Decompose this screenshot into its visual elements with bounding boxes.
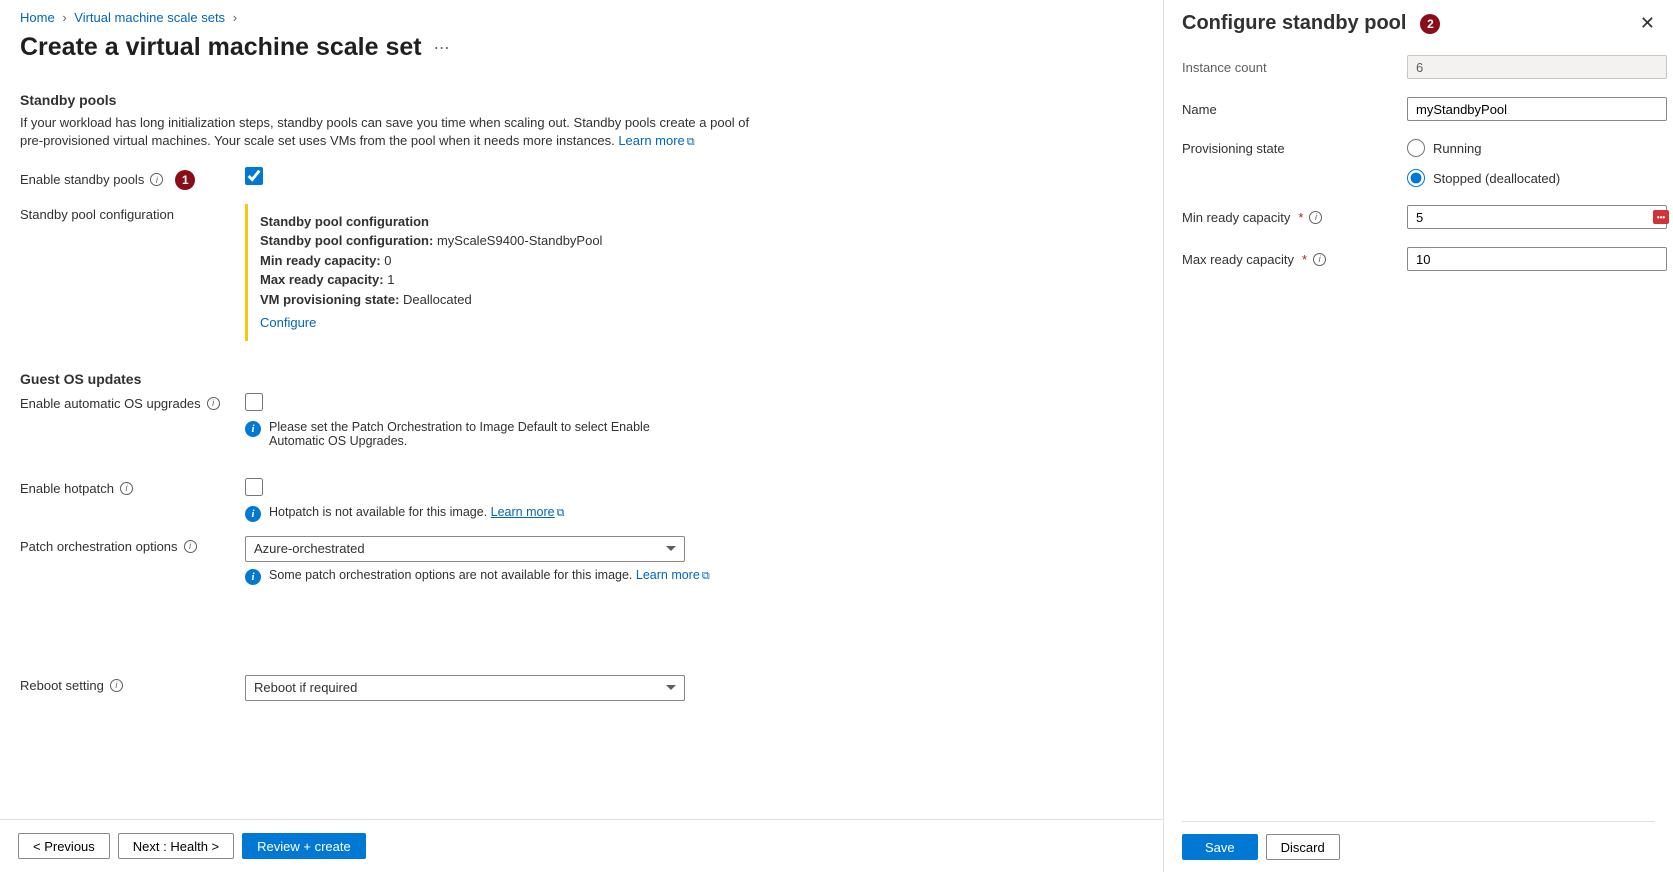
info-solid-icon [245, 569, 261, 585]
pool-name-label: Name [1182, 102, 1217, 117]
patch-options-label: Patch orchestration options [20, 539, 178, 554]
chevron-down-icon [666, 546, 676, 551]
external-link-icon: ⧉ [557, 507, 565, 519]
instance-count-label: Instance count [1182, 60, 1267, 75]
auto-upgrades-label: Enable automatic OS upgrades [20, 396, 201, 411]
chevron-down-icon [666, 685, 676, 690]
info-icon[interactable] [207, 397, 220, 410]
patch-options-learn-more-link[interactable]: Learn more [636, 568, 700, 582]
info-icon[interactable] [150, 173, 163, 186]
info-solid-icon [245, 421, 261, 437]
info-icon[interactable] [110, 679, 123, 692]
standby-pools-heading: Standby pools [20, 92, 770, 108]
radio-stopped[interactable]: Stopped (deallocated) [1407, 169, 1655, 187]
standby-config-label: Standby pool configuration [20, 207, 174, 222]
enable-standby-checkbox[interactable] [245, 167, 263, 185]
configure-standby-panel: Configure standby pool 2 ✕ Instance coun… [1163, 0, 1673, 872]
hotpatch-checkbox[interactable] [245, 478, 263, 496]
enable-standby-label: Enable standby pools [20, 172, 144, 187]
configure-standby-link[interactable]: Configure [260, 313, 316, 333]
chevron-right-icon: › [233, 10, 237, 25]
breadcrumb-scalesets[interactable]: Virtual machine scale sets [74, 10, 225, 25]
max-ready-label: Max ready capacity [1182, 252, 1294, 267]
info-solid-icon [245, 506, 261, 522]
hotpatch-learn-more-link[interactable]: Learn more [491, 505, 555, 519]
callout-badge-2: 2 [1420, 14, 1440, 34]
min-ready-label: Min ready capacity [1182, 210, 1290, 225]
hotpatch-label: Enable hotpatch [20, 481, 114, 496]
pool-name-input[interactable] [1407, 97, 1667, 121]
external-link-icon: ⧉ [702, 570, 710, 582]
wizard-footer: < Previous Next : Health > Review + crea… [0, 819, 1163, 872]
panel-title: Configure standby pool [1182, 12, 1406, 35]
previous-button[interactable]: < Previous [18, 833, 110, 859]
save-button[interactable]: Save [1182, 834, 1258, 860]
hotpatch-info-text: Hotpatch is not available for this image… [269, 505, 564, 520]
discard-button[interactable]: Discard [1266, 834, 1340, 860]
reboot-label: Reboot setting [20, 678, 104, 693]
standby-config-card: Standby pool configuration Standby pool … [245, 204, 770, 341]
max-ready-input[interactable] [1407, 247, 1667, 271]
min-ready-input[interactable] [1407, 205, 1667, 229]
auto-upgrades-checkbox[interactable] [245, 393, 263, 411]
info-icon[interactable] [1313, 253, 1326, 266]
page-title: Create a virtual machine scale set [20, 33, 422, 62]
auto-upgrades-info-text: Please set the Patch Orchestration to Im… [269, 420, 685, 448]
instance-count-input [1407, 55, 1667, 79]
breadcrumb: Home › Virtual machine scale sets › [20, 10, 1143, 31]
standby-learn-more-link[interactable]: Learn more⧉ [618, 133, 694, 148]
callout-badge-1: 1 [175, 170, 195, 190]
info-icon[interactable] [184, 540, 197, 553]
radio-running[interactable]: Running [1407, 139, 1655, 157]
input-tag-icon: ••• [1653, 210, 1669, 224]
patch-options-select[interactable]: Azure-orchestrated [245, 536, 685, 562]
info-icon[interactable] [120, 482, 133, 495]
info-icon[interactable] [1309, 211, 1322, 224]
provisioning-state-label: Provisioning state [1182, 141, 1285, 156]
reboot-select[interactable]: Reboot if required [245, 675, 685, 701]
next-button[interactable]: Next : Health > [118, 833, 234, 859]
patch-options-info-text: Some patch orchestration options are not… [269, 568, 710, 583]
chevron-right-icon: › [62, 10, 66, 25]
guest-os-heading: Guest OS updates [20, 371, 770, 387]
breadcrumb-home[interactable]: Home [20, 10, 55, 25]
review-create-button[interactable]: Review + create [242, 833, 366, 859]
standby-pools-desc: If your workload has long initialization… [20, 114, 770, 151]
external-link-icon: ⧉ [687, 136, 695, 148]
more-actions-icon[interactable]: ⋯ [434, 38, 450, 58]
close-icon[interactable]: ✕ [1640, 13, 1655, 34]
